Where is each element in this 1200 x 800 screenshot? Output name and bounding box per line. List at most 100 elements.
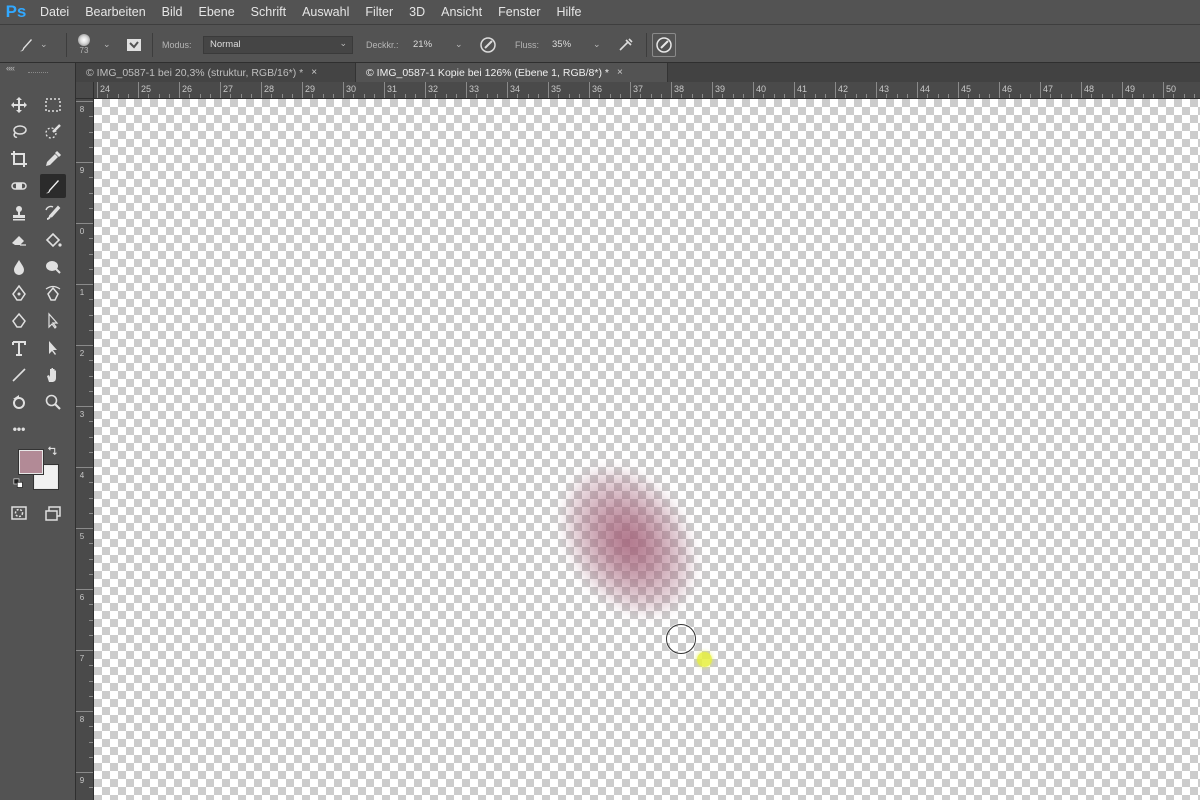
curvature-pen-tool[interactable] <box>40 282 66 306</box>
document-canvas[interactable] <box>94 99 1200 800</box>
menu-filter[interactable]: Filter <box>357 0 401 24</box>
opacity-label: Deckkr.: <box>366 39 399 50</box>
ruler-minor-tick <box>1183 94 1185 98</box>
lasso-tool[interactable] <box>6 120 32 144</box>
divider <box>152 33 153 57</box>
menu-hilfe[interactable]: Hilfe <box>549 0 590 24</box>
ruler-tick <box>76 345 93 346</box>
ruler-minor-tick <box>89 238 93 240</box>
ruler-minor-tick <box>824 94 826 98</box>
airbrush-button[interactable] <box>614 25 638 64</box>
paint-bucket-tool[interactable] <box>40 228 66 252</box>
divider <box>66 33 67 57</box>
ruler-label: 8 <box>79 105 85 114</box>
hand-icon <box>47 368 56 382</box>
menu-bar: Ps Datei Bearbeiten Bild Ebene Schrift A… <box>0 0 1200 24</box>
eraser-tool[interactable] <box>6 228 32 252</box>
freeform-pen-tool[interactable] <box>6 309 32 333</box>
menu-bearbeiten[interactable]: Bearbeiten <box>77 0 153 24</box>
ruler-minor-tick <box>1132 94 1134 98</box>
ruler-origin[interactable] <box>76 82 94 99</box>
ruler-label: 8 <box>79 715 85 724</box>
history-brush-tool[interactable] <box>40 201 66 225</box>
type-tool[interactable] <box>6 336 32 360</box>
move-tool[interactable] <box>6 93 32 117</box>
ruler-minor-tick <box>988 94 990 98</box>
panel-grip[interactable] <box>28 72 48 75</box>
ruler-minor-tick <box>89 482 93 484</box>
brush-size-picker[interactable]: 73 <box>78 25 90 64</box>
line-tool[interactable] <box>6 363 32 387</box>
hand-tool[interactable] <box>40 363 66 387</box>
menu-3d[interactable]: 3D <box>401 0 433 24</box>
ruler-label: 41 <box>797 84 808 94</box>
pen-tool[interactable] <box>6 282 32 306</box>
close-icon[interactable]: × <box>311 67 317 78</box>
horizontal-ruler[interactable]: 24 25 26 27 28 29 30 31 32 33 34 35 36 37 38 39 40 41 42 43… <box>94 82 1200 99</box>
brush-size-value: 73 <box>79 46 89 55</box>
menu-auswahl[interactable]: Auswahl <box>294 0 357 24</box>
brush-picker-dropdown[interactable]: ⌄ <box>103 25 111 64</box>
ruler-minor-tick <box>496 94 498 98</box>
clone-stamp-tool[interactable] <box>6 201 32 225</box>
default-colors-button[interactable] <box>12 477 26 491</box>
dodge-tool[interactable] <box>40 255 66 279</box>
ruler-minor-tick <box>722 94 724 98</box>
ruler-tick <box>76 772 93 773</box>
ruler-label: 5 <box>79 532 85 541</box>
screen-mode-button[interactable] <box>40 501 66 525</box>
tab-document-1[interactable]: © IMG_0587-1 bei 20,3% (struktur, RGB/16… <box>76 63 356 82</box>
ruler-minor-tick <box>1111 94 1113 98</box>
ruler-label: 50 <box>1166 84 1177 94</box>
selection-arrow-tool[interactable] <box>40 336 66 360</box>
quick-mask-button[interactable] <box>6 501 32 525</box>
rotate-view-tool[interactable] <box>6 390 32 414</box>
menu-ansicht[interactable]: Ansicht <box>433 0 490 24</box>
brush-panel-toggle[interactable] <box>122 25 146 64</box>
opacity-slider-toggle[interactable]: ⌄ <box>455 39 463 50</box>
zoom-tool[interactable] <box>40 390 66 414</box>
menu-fenster[interactable]: Fenster <box>490 0 548 24</box>
ruler-tick <box>384 82 385 98</box>
eyedropper-tool[interactable] <box>40 147 66 171</box>
ruler-label: 7 <box>79 654 85 663</box>
ruler-minor-tick <box>89 741 93 743</box>
ruler-label: 33 <box>469 84 480 94</box>
tool-preset-picker[interactable]: ⌄ <box>14 25 48 64</box>
rectangular-marquee-tool[interactable] <box>40 93 66 117</box>
vertical-ruler[interactable]: 8 9 0 1 2 3 4 5 6 7 8 9 <box>76 99 94 800</box>
blend-mode-dropdown[interactable]: Normal ⌄ <box>203 35 353 54</box>
close-icon[interactable]: × <box>617 67 623 78</box>
pressure-size-button[interactable] <box>652 25 676 64</box>
ruler-minor-tick <box>927 94 929 98</box>
flow-slider-toggle[interactable]: ⌄ <box>593 39 601 50</box>
brush-tool[interactable] <box>40 174 66 198</box>
blur-tool[interactable] <box>6 255 32 279</box>
foreground-color-swatch[interactable] <box>18 449 44 475</box>
ruler-minor-tick <box>209 94 211 98</box>
ruler-minor-tick <box>89 177 93 179</box>
menu-ebene[interactable]: Ebene <box>191 0 243 24</box>
quick-selection-icon <box>45 124 61 139</box>
ruler-minor-tick <box>1173 94 1175 98</box>
flow-value[interactable]: 35% <box>552 39 571 50</box>
menu-schrift[interactable]: Schrift <box>243 0 294 24</box>
path-selection-tool[interactable] <box>40 309 66 333</box>
menu-datei[interactable]: Datei <box>32 0 77 24</box>
collapse-panel-button[interactable]: «« <box>6 63 15 73</box>
ruler-tick <box>1122 82 1123 98</box>
ruler-label: 44 <box>920 84 931 94</box>
opacity-value[interactable]: 21% <box>413 39 432 50</box>
ruler-label: 46 <box>1002 84 1013 94</box>
ruler-minor-tick <box>271 94 273 98</box>
type-icon <box>12 341 26 356</box>
ruler-minor-tick <box>117 94 119 98</box>
tab-document-2[interactable]: © IMG_0587-1 Kopie bei 126% (Ebene 1, RG… <box>356 63 668 82</box>
pressure-opacity-button[interactable] <box>476 25 500 64</box>
edit-toolbar-button[interactable]: ••• <box>6 417 32 441</box>
spot-healing-tool[interactable] <box>6 174 32 198</box>
quick-selection-tool[interactable] <box>40 120 66 144</box>
menu-bild[interactable]: Bild <box>154 0 191 24</box>
swap-colors-button[interactable] <box>46 444 60 458</box>
crop-tool[interactable] <box>6 147 32 171</box>
